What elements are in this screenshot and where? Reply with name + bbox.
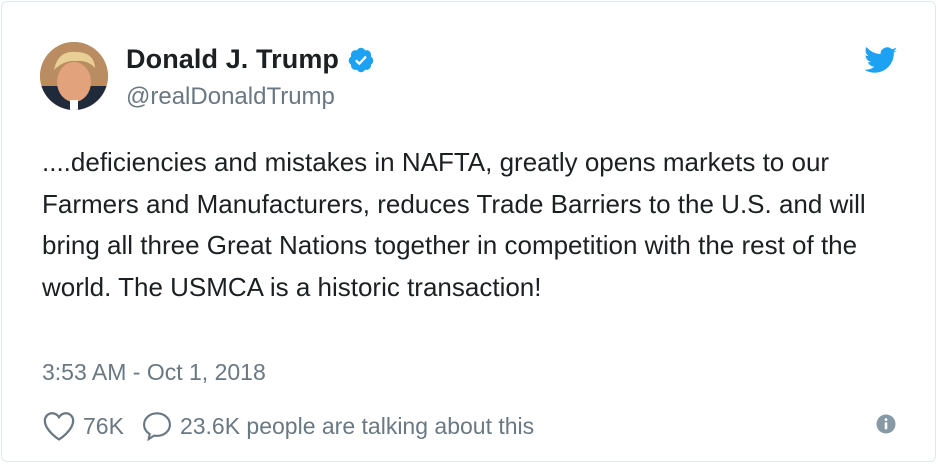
author-name[interactable]: Donald J. Trump (126, 44, 339, 75)
info-icon[interactable] (876, 414, 896, 434)
talking-count[interactable]: 23.6K people are talking about this (180, 413, 534, 440)
twitter-bird-icon[interactable] (864, 47, 898, 75)
author-handle[interactable]: @realDonaldTrump (126, 83, 335, 111)
heart-icon[interactable] (42, 410, 76, 442)
avatar-image (40, 42, 108, 110)
tweet-actions: 76K 23.6K people are talking about this (42, 408, 534, 444)
tweet-timestamp[interactable]: 3:53 AM - Oct 1, 2018 (42, 359, 266, 386)
tweet-text: ....deficiencies and mistakes in NAFTA, … (42, 147, 866, 302)
avatar[interactable] (40, 42, 108, 110)
tweet-card: Donald J. Trump @realDonaldTrump ....def… (1, 1, 936, 462)
verified-badge-icon (347, 46, 375, 74)
speech-bubble-icon[interactable] (141, 410, 173, 442)
like-count[interactable]: 76K (83, 413, 124, 440)
